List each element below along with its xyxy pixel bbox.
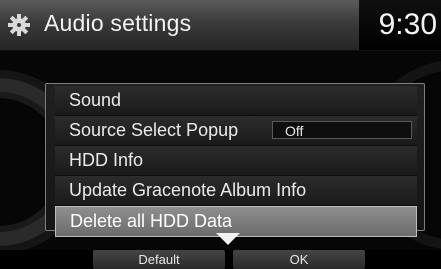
header-bar: Audio settings 9:30	[0, 0, 441, 51]
default-button[interactable]: Default	[93, 250, 225, 269]
menu-item-label: Source Select Popup	[69, 120, 239, 140]
menu-item-source-select-popup[interactable]: Source Select Popup Off	[55, 116, 417, 146]
gear-icon	[10, 16, 28, 34]
menu-item-sound[interactable]: Sound	[55, 86, 417, 116]
menu-item-label: Update Gracenote Album Info	[69, 180, 307, 200]
menu-item-hdd-info[interactable]: HDD Info	[55, 146, 417, 176]
page-title: Audio settings	[44, 10, 192, 36]
clock: 9:30	[359, 0, 441, 50]
menu-item-update-gracenote[interactable]: Update Gracenote Album Info	[55, 176, 417, 206]
source-select-popup-value: Off	[272, 121, 412, 139]
ok-button[interactable]: OK	[233, 250, 365, 269]
menu-item-label: Sound	[69, 90, 122, 110]
settings-menu: Sound Source Select Popup Off HDD Info U…	[55, 86, 417, 237]
audio-settings-screen: Audio settings 9:30 Sound Source Select …	[0, 0, 441, 269]
menu-item-label: HDD Info	[69, 150, 144, 170]
menu-item-label: Delete all HDD Data	[70, 211, 233, 231]
scroll-down-arrow-icon[interactable]	[216, 233, 240, 245]
